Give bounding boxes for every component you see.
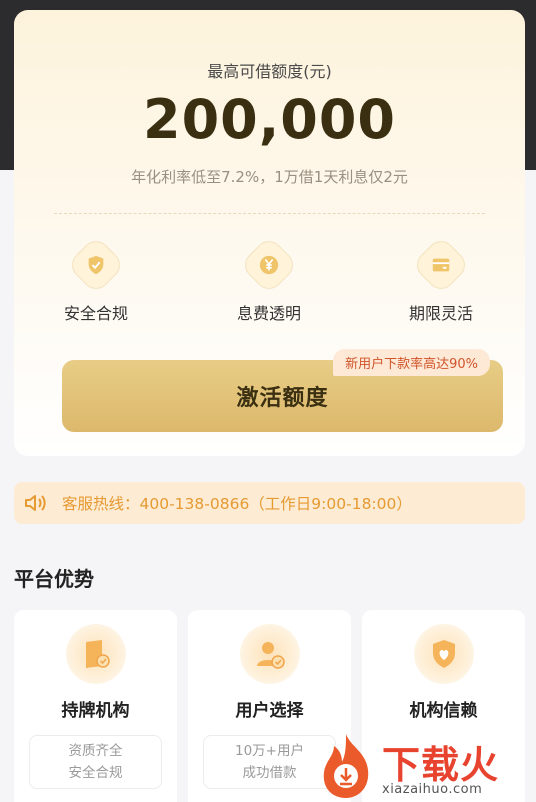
shield-check-icon <box>66 235 126 295</box>
license-icon <box>65 624 126 684</box>
feature-transparent: 息费透明 <box>214 235 324 324</box>
credit-limit-card: 最高可借额度(元) 200,000 年化利率低至7.2%，1万借1天利息仅2元 … <box>14 10 525 456</box>
card-title: 用户选择 <box>235 701 304 721</box>
advantage-card-licensed: 持牌机构 资质齐全 安全合规 <box>14 610 177 802</box>
card-desc-line: 成功借款 <box>242 765 297 781</box>
user-check-icon <box>239 624 300 684</box>
card-description: 资质齐全 安全合规 <box>29 735 162 789</box>
card-title: 持牌机构 <box>61 701 130 721</box>
feature-label: 息费透明 <box>236 304 301 323</box>
customer-service-hotline[interactable]: 客服热线：400-138-0866（工作日9:00-18:00） <box>14 482 525 524</box>
speaker-icon <box>25 495 46 511</box>
credit-limit-label: 最高可借额度(元) <box>207 62 332 81</box>
interest-rate-note: 年化利率低至7.2%，1万借1天利息仅2元 <box>131 168 408 186</box>
card-desc-line: 安全合规 <box>68 765 123 781</box>
feature-flexible: 期限灵活 <box>386 235 496 324</box>
credit-limit-amount: 200,000 <box>143 88 396 151</box>
shield-heart-icon <box>413 624 474 684</box>
card-desc-line: 资质齐全 <box>68 743 123 759</box>
card-icon <box>411 235 471 295</box>
dashed-divider <box>54 213 485 214</box>
feature-label: 期限灵活 <box>408 304 473 323</box>
watermark-brand: 下载火 <box>382 743 500 787</box>
feature-label: 安全合规 <box>63 304 128 323</box>
feature-secure: 安全合规 <box>41 235 151 324</box>
card-title: 机构信赖 <box>409 701 478 721</box>
promo-badge: 新用户下款率高达90% <box>333 349 490 376</box>
yen-icon <box>239 235 299 295</box>
card-desc-line: 10万+用户 <box>235 743 304 759</box>
section-title: 平台优势 <box>14 567 94 591</box>
hotline-text: 客服热线：400-138-0866（工作日9:00-18:00） <box>62 495 412 513</box>
watermark-logo: 下载火 xiazaihuo.com <box>316 732 536 802</box>
flame-icon <box>323 734 369 798</box>
watermark-url: xiazaihuo.com <box>382 782 483 797</box>
